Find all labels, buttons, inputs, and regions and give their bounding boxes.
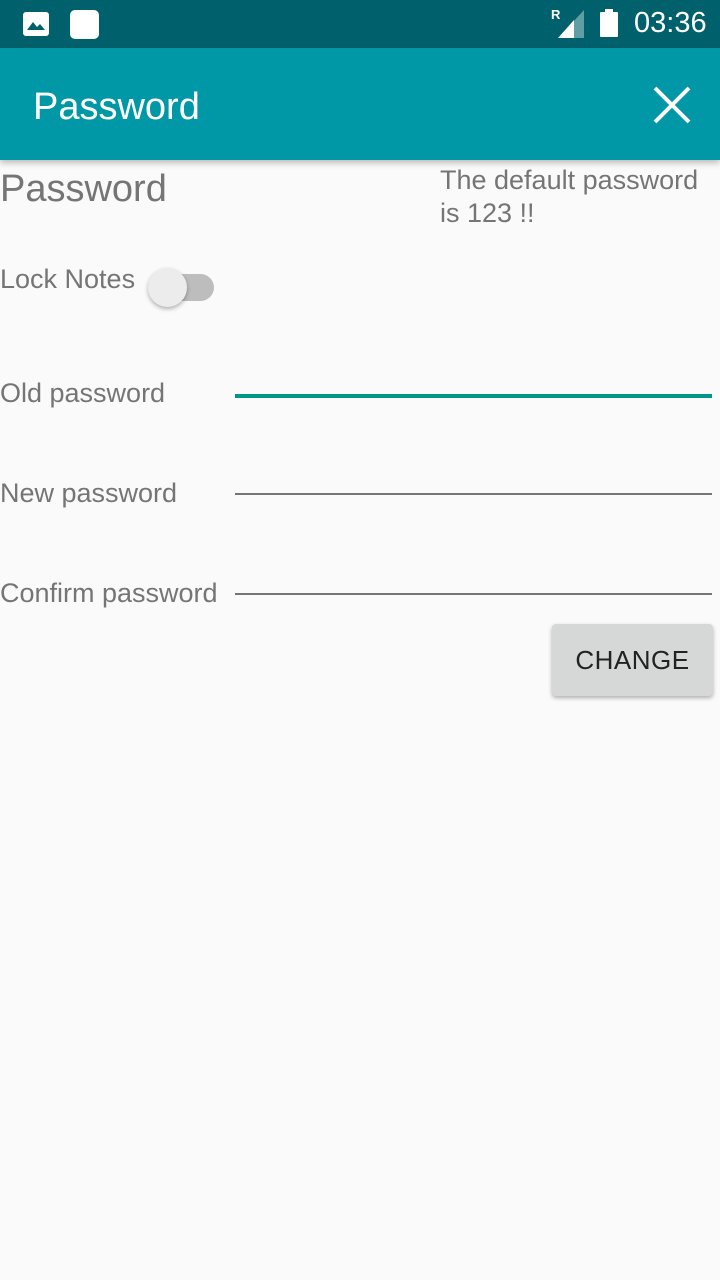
close-button[interactable] [650,83,694,127]
lock-notes-switch[interactable] [148,268,214,308]
change-button[interactable]: CHANGE [552,624,713,696]
signal-icon [558,10,584,38]
page-heading: Password [0,168,167,210]
new-password-underline [235,493,712,495]
confirm-password-label: Confirm password [0,578,218,608]
battery-icon [600,9,618,37]
confirm-password-input[interactable] [235,553,716,595]
old-password-label: Old password [0,378,166,408]
status-bar: R 03:36 [0,0,720,48]
switch-thumb [148,268,187,307]
image-notification-icon [23,12,49,36]
confirm-password-underline [235,593,712,595]
app-bar: Password [0,48,720,160]
app-bar-title: Password [33,86,200,128]
lock-notes-label: Lock Notes [0,264,136,294]
default-password-hint: The default password is 123 !! [440,165,699,228]
old-password-underline [235,394,712,398]
old-password-input[interactable] [235,353,716,395]
new-password-label: New password [0,478,178,508]
close-icon [653,86,691,124]
clock: 03:36 [634,7,707,39]
app-notification-icon [70,10,99,39]
new-password-input[interactable] [235,453,716,495]
